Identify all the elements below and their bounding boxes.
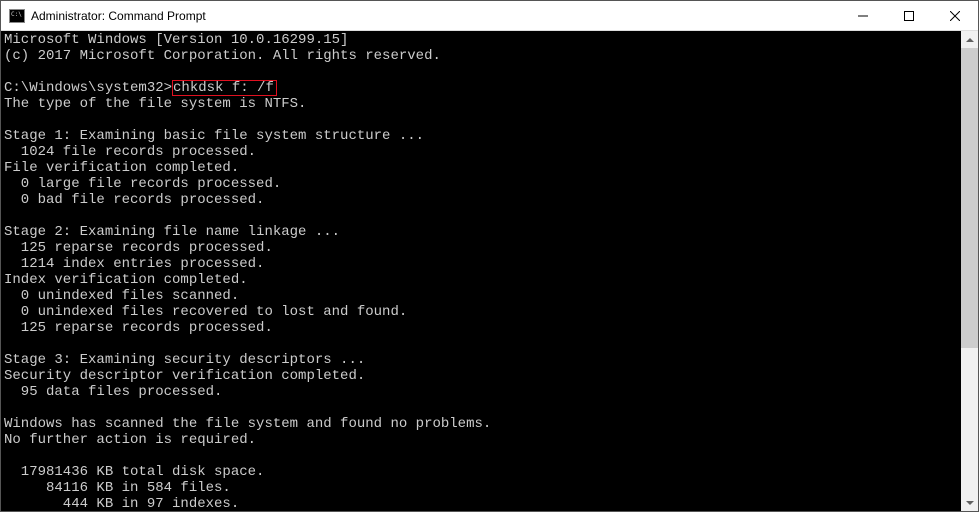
console-line: Stage 3: Examining security descriptors …	[4, 352, 365, 368]
scroll-up-button[interactable]	[961, 31, 978, 48]
scroll-down-button[interactable]	[961, 494, 978, 511]
console-line: 444 KB in 97 indexes.	[4, 496, 239, 511]
console-line: Stage 2: Examining file name linkage ...	[4, 224, 340, 240]
command-highlight: chkdsk f: /f	[172, 80, 277, 96]
console-line: 0 unindexed files recovered to lost and …	[4, 304, 407, 320]
console-line: No further action is required.	[4, 432, 256, 448]
console-line: 1024 file records processed.	[4, 144, 256, 160]
command-text: chkdsk f: /f	[173, 80, 274, 96]
console-line: Microsoft Windows [Version 10.0.16299.15…	[4, 32, 348, 48]
console-line: 84116 KB in 584 files.	[4, 480, 231, 496]
console-line: Security descriptor verification complet…	[4, 368, 365, 384]
console-line: The type of the file system is NTFS.	[4, 96, 306, 112]
close-button[interactable]	[932, 1, 978, 30]
console-line: 17981436 KB total disk space.	[4, 464, 264, 480]
scroll-thumb[interactable]	[961, 48, 978, 348]
maximize-button[interactable]	[886, 1, 932, 30]
console-line: 125 reparse records processed.	[4, 320, 273, 336]
console-line: 1214 index entries processed.	[4, 256, 264, 272]
minimize-button[interactable]	[840, 1, 886, 30]
window-title: Administrator: Command Prompt	[31, 9, 840, 23]
console-line: Windows has scanned the file system and …	[4, 416, 491, 432]
console-line: 125 reparse records processed.	[4, 240, 273, 256]
console-line: (c) 2017 Microsoft Corporation. All righ…	[4, 48, 441, 64]
app-icon	[9, 9, 25, 23]
console-line: File verification completed.	[4, 160, 239, 176]
console-line: 0 bad file records processed.	[4, 192, 264, 208]
console-prompt: C:\Windows\system32>	[4, 80, 172, 96]
console-line: 0 unindexed files scanned.	[4, 288, 239, 304]
vertical-scrollbar[interactable]	[961, 31, 978, 511]
window-titlebar[interactable]: Administrator: Command Prompt	[1, 1, 978, 31]
window-controls	[840, 1, 978, 30]
console-line: 95 data files processed.	[4, 384, 222, 400]
console-line: Stage 1: Examining basic file system str…	[4, 128, 424, 144]
console-output[interactable]: Microsoft Windows [Version 10.0.16299.15…	[1, 31, 961, 511]
console-line: Index verification completed.	[4, 272, 248, 288]
console-line: 0 large file records processed.	[4, 176, 281, 192]
